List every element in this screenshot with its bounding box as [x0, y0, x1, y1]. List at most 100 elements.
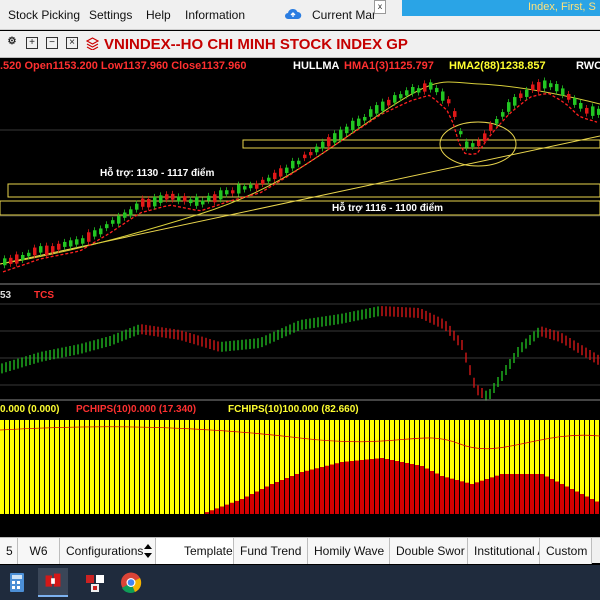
histogram-red-bar [460, 481, 464, 514]
histogram-red-bar [270, 484, 274, 514]
tab-fund-trend[interactable]: Fund Trend [234, 538, 308, 564]
dropdown-icon[interactable]: ⅹ [374, 0, 386, 14]
histogram-red-bar [525, 474, 529, 514]
histogram-bar [190, 420, 194, 514]
menu-stock-picking[interactable]: Stock Picking [8, 8, 80, 22]
search-input[interactable]: Index, First, S [402, 0, 600, 16]
hma2-value: HMA2(88)1238.857 [449, 60, 546, 72]
candle-up [381, 101, 385, 111]
histogram-red-bar [400, 462, 404, 514]
menu-settings[interactable]: Settings [89, 8, 132, 22]
candle-down [489, 124, 493, 131]
histogram-bar [0, 420, 4, 514]
network-app-icon[interactable] [80, 568, 110, 597]
candle-down [15, 254, 19, 264]
tab-custom[interactable]: Custom [540, 538, 592, 564]
candle-up [243, 186, 247, 190]
candle-up [111, 220, 115, 224]
candle-up [321, 141, 325, 149]
histogram-red-bar [315, 468, 319, 514]
calculator-icon[interactable] [2, 568, 32, 597]
tab-5[interactable]: 5 [0, 538, 18, 564]
candle-up [159, 195, 163, 203]
histogram-bar [110, 420, 114, 514]
candle-down [171, 193, 175, 200]
histogram-red-bar [555, 481, 559, 514]
histogram-bar [100, 420, 104, 514]
tab-template[interactable]: Template [156, 538, 234, 564]
histogram-red-bar [495, 475, 499, 514]
histogram-red-bar [435, 473, 439, 514]
candle-up [267, 177, 271, 182]
histogram-bar [145, 420, 149, 514]
tab-institutional[interactable]: Institutional A [468, 538, 540, 564]
candle-up [189, 199, 193, 204]
settings-icon[interactable]: ⚙ [6, 37, 18, 49]
histogram-bar [200, 420, 204, 514]
histogram-bar [70, 420, 74, 514]
tab-w6[interactable]: W6 [18, 538, 60, 564]
candle-up [441, 91, 445, 101]
histogram-red-bar [520, 474, 524, 514]
candle-down [309, 152, 313, 156]
layers-icon[interactable] [86, 37, 99, 50]
histogram-red-bar [365, 459, 369, 514]
candle-up [81, 238, 85, 244]
candle-up [105, 224, 109, 229]
remove-icon[interactable]: − [46, 37, 58, 49]
add-icon[interactable]: + [26, 37, 38, 49]
candle-up [123, 212, 127, 218]
candle-up [201, 200, 205, 205]
scroll-arrows-icon[interactable] [143, 543, 153, 559]
candle-up [99, 228, 103, 235]
histogram-red-bar [550, 479, 554, 514]
chrome-icon[interactable] [116, 568, 146, 597]
histogram-red-bar [330, 464, 334, 514]
price-chart-area[interactable]: Hỗ trợ: 1130 - 1117 điểm Hỗ trợ 1116 - 1… [0, 74, 600, 514]
candle-down [9, 257, 13, 264]
close-icon[interactable]: × [66, 37, 78, 49]
histogram-red-bar [445, 477, 449, 514]
menu-information[interactable]: Information [185, 8, 245, 22]
candle-down [147, 199, 151, 208]
histogram-red-bar [255, 491, 259, 514]
histogram-bar [175, 420, 179, 514]
template-tab-bar: 5 W6 Configurations Template Fund Trend … [0, 537, 600, 564]
histogram-red-bar [575, 491, 579, 514]
histogram-bar [210, 420, 214, 514]
histogram-red-bar [490, 477, 494, 514]
histogram-red-bar [230, 502, 234, 514]
histogram-red-bar [595, 501, 599, 514]
candle-up [399, 94, 403, 99]
ohlc-values: .520 Open1153.200 Low1137.960 Close1137.… [0, 60, 247, 72]
histogram-red-bar [455, 480, 459, 514]
histogram-bar [50, 420, 54, 514]
histogram-red-bar [510, 474, 514, 514]
histogram-bar [130, 420, 134, 514]
menu-help[interactable]: Help [146, 8, 171, 22]
candle-up [471, 143, 475, 147]
histogram-red-bar [345, 461, 349, 514]
windows-taskbar [0, 565, 600, 600]
histogram-red-bar [585, 496, 589, 514]
tab-configurations[interactable]: Configurations [60, 538, 156, 564]
candle-up [573, 98, 577, 105]
histogram-bar [220, 420, 224, 514]
candle-down [585, 107, 589, 114]
cloud-icon[interactable] [284, 7, 302, 21]
menu-current-market[interactable]: Current Mar [312, 8, 376, 22]
candle-up [357, 118, 361, 127]
tab-double-sword[interactable]: Double Swor [390, 538, 468, 564]
tab-homily-wave[interactable]: Homily Wave [308, 538, 390, 564]
histogram-red-bar [225, 504, 229, 514]
histogram-red-bar [535, 474, 539, 514]
stock-app-taskbar-icon[interactable] [38, 568, 68, 597]
histogram-bar [15, 420, 19, 514]
candle-down [567, 93, 571, 100]
histogram-bar [55, 420, 59, 514]
histogram-red-bar [340, 462, 344, 514]
histogram-red-bar [570, 489, 574, 514]
histogram-red-bar [280, 480, 284, 514]
histogram-red-bar [450, 478, 454, 514]
candle-up [513, 97, 517, 106]
